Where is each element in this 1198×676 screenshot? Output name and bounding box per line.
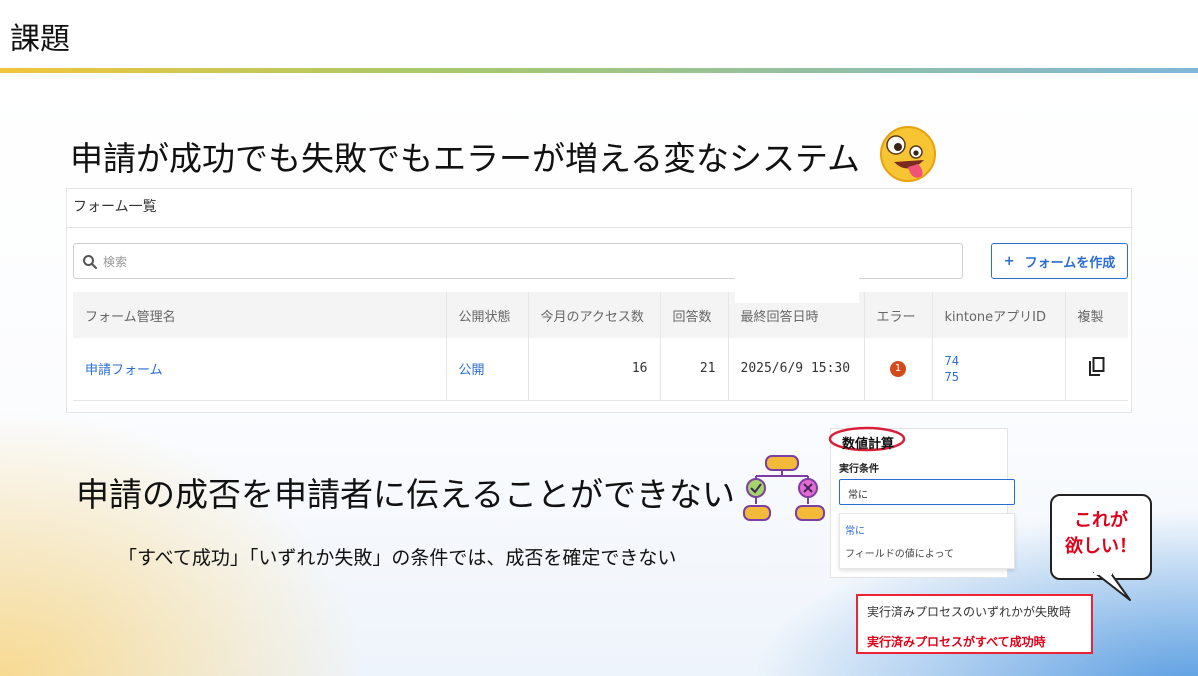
condition-label: 実行条件 — [839, 464, 879, 475]
panel-divider — [67, 227, 1133, 228]
condition-all-success[interactable]: 実行済みプロセスがすべて成功時 — [867, 633, 1046, 650]
copy-icon[interactable] — [1088, 356, 1106, 377]
condition-dropdown-menu — [839, 513, 1015, 569]
bubble-text: これが 欲しい！ — [1050, 508, 1152, 560]
bubble-line-2: 欲しい！ — [1065, 536, 1137, 557]
col-header-errors[interactable]: エラー — [864, 292, 933, 338]
bubble-line-1: これが — [1074, 510, 1128, 531]
answer-count: 21 — [660, 338, 729, 401]
desired-conditions-box: 実行済みプロセスのいずれかが失敗時 実行済みプロセスがすべて成功時 — [856, 594, 1093, 654]
plus-icon: + — [1003, 253, 1015, 269]
access-count: 16 — [528, 338, 661, 401]
subline: 「すべて成功」「いずれか失敗」の条件では、成否を確定できない — [118, 547, 677, 569]
menu-item-by-field[interactable]: フィールドの値によって — [845, 545, 954, 560]
form-table: フォーム管理名 公開状態 今月のアクセス数 回答数 最終回答日時 エラー kin… — [73, 292, 1128, 401]
flowchart-icon — [743, 455, 825, 521]
panel-title: フォーム一覧 — [73, 199, 157, 215]
condition-any-failed[interactable]: 実行済みプロセスのいずれかが失敗時 — [867, 603, 1071, 620]
col-header-copy: 複製 — [1065, 292, 1128, 338]
title-underline — [0, 68, 1198, 73]
search-icon — [83, 255, 98, 270]
numeric-calc-screenshot: 数値計算 実行条件 常に 常に フィールドの値によって — [828, 426, 1015, 578]
headline-2: 申請の成否を申請者に伝えることができない — [76, 475, 736, 514]
form-name-link[interactable]: 申請フォーム — [73, 338, 447, 401]
status-link[interactable]: 公開 — [446, 338, 529, 401]
app-id-link[interactable]: 74 — [945, 353, 1053, 369]
col-header-app-id[interactable]: kintoneアプリID — [932, 292, 1066, 338]
search-placeholder: 検索 — [103, 255, 128, 269]
col-header-access[interactable]: 今月のアクセス数 — [528, 292, 661, 338]
speech-bubble-tail — [1093, 572, 1131, 601]
form-list-screenshot: フォーム一覧 検索 + フォームを作成 フォーム管理名 公開状態 今月のアクセス… — [66, 188, 1133, 413]
condition-select[interactable]: 常に — [839, 479, 1015, 505]
error-count-badge[interactable]: 1 — [890, 361, 906, 378]
create-form-label: フォームを作成 — [1024, 255, 1116, 271]
headline-1: 申請が成功でも失敗でもエラーが増える変なシステム — [70, 139, 861, 178]
menu-item-always[interactable]: 常に — [845, 522, 865, 537]
col-header-name[interactable]: フォーム管理名 — [73, 292, 447, 338]
zany-face-icon — [880, 126, 936, 182]
title-bar: 課題 — [0, 0, 1198, 73]
col-header-status[interactable]: 公開状態 — [446, 292, 529, 338]
app-id-link[interactable]: 75 — [945, 369, 1053, 385]
table-header-row: フォーム管理名 公開状態 今月のアクセス数 回答数 最終回答日時 エラー kin… — [73, 292, 1128, 338]
redaction-mask — [735, 263, 859, 303]
copy-cell — [1065, 338, 1128, 401]
app-id-cell: 74 75 — [932, 338, 1066, 401]
error-cell: 1 — [864, 338, 933, 401]
calc-title: 数値計算 — [842, 437, 895, 452]
create-form-button[interactable]: + フォームを作成 — [991, 243, 1128, 279]
last-answer-time: 2025/6/9 15:30 — [728, 338, 865, 401]
section-title: 課題 — [10, 22, 70, 57]
table-row: 申請フォーム 公開 16 21 2025/6/9 15:30 1 74 75 — [73, 338, 1128, 401]
col-header-answers[interactable]: 回答数 — [660, 292, 729, 338]
